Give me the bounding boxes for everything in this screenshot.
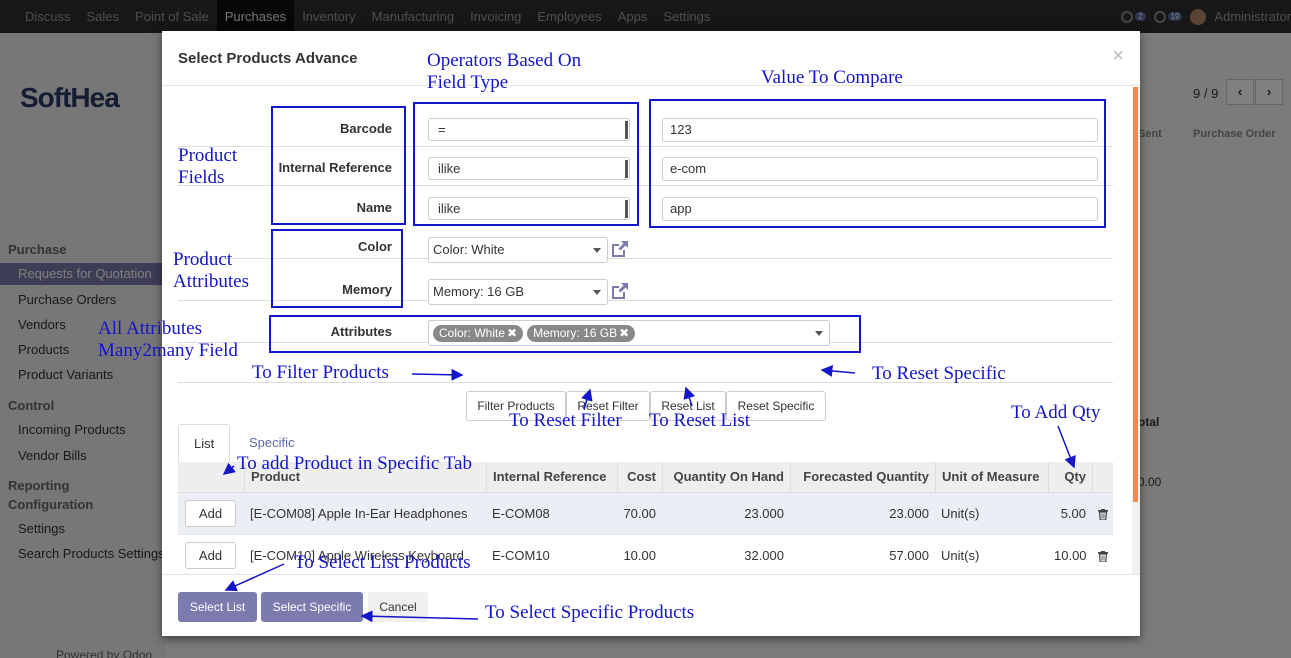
memory-value: Memory: 16 GB: [433, 284, 525, 299]
annotation-to-reset-list: To Reset List: [649, 410, 751, 431]
annotation-box-attributes-field: [269, 315, 861, 353]
modal-header: Select Products Advance ×: [162, 31, 1140, 86]
uom-cell: Unit(s): [941, 548, 980, 563]
annotation-value-to-compare: Value To Compare: [761, 67, 903, 88]
annotation-to-add-product-specific: To add Product in Specific Tab: [237, 453, 472, 474]
annotation-operators-line2: Field Type: [427, 72, 509, 93]
trash-icon[interactable]: [1098, 551, 1108, 562]
annotation-box-product-fields: [271, 106, 406, 225]
scrollbar-thumb[interactable]: [1133, 87, 1138, 502]
annotation-operators-line1: Operators Based On: [427, 50, 582, 71]
modal-title: Select Products Advance: [178, 50, 358, 67]
column-actions: [1092, 462, 1113, 492]
external-link-icon[interactable]: [610, 239, 630, 259]
color-value: Color: White: [433, 242, 505, 257]
annotation-product-fields-line1: Product: [178, 145, 238, 166]
caret-down-icon: [593, 248, 601, 253]
on-hand-cell: 32.000: [744, 548, 784, 563]
on-hand-cell: 23.000: [744, 506, 784, 521]
caret-down-icon: [593, 290, 601, 295]
column-qty[interactable]: Qty: [1048, 462, 1092, 492]
add-to-specific-button[interactable]: Add: [185, 542, 236, 569]
table-row: Add [E-COM08] Apple In-Ear Headphones E-…: [178, 493, 1113, 535]
column-cost[interactable]: Cost: [617, 462, 662, 492]
annotation-box-values: [649, 99, 1106, 228]
qty-cell[interactable]: 5.00: [1048, 493, 1092, 535]
column-forecasted-quantity[interactable]: Forecasted Quantity: [790, 462, 935, 492]
external-link-icon[interactable]: [610, 281, 630, 301]
internal-reference-cell: E-COM08: [492, 506, 550, 521]
select-specific-button[interactable]: Select Specific: [261, 592, 363, 622]
color-select[interactable]: Color: White: [428, 237, 608, 263]
column-internal-reference[interactable]: Internal Reference: [486, 462, 617, 492]
cost-cell: 10.00: [623, 548, 656, 563]
annotation-to-add-qty: To Add Qty: [1011, 402, 1101, 423]
select-list-button[interactable]: Select List: [178, 592, 257, 622]
annotation-product-fields-line2: Fields: [178, 167, 225, 188]
annotation-to-reset-specific: To Reset Specific: [872, 363, 1006, 384]
column-unit-of-measure[interactable]: Unit of Measure: [935, 462, 1048, 492]
column-quantity-on-hand[interactable]: Quantity On Hand: [662, 462, 790, 492]
annotation-to-select-specific-products: To Select Specific Products: [485, 602, 695, 623]
tab-list[interactable]: List: [178, 424, 231, 464]
annotation-to-filter-products: To Filter Products: [252, 362, 389, 383]
annotation-to-select-list-products: To Select List Products: [294, 552, 471, 573]
product-cell: [E-COM08] Apple In-Ear Headphones: [250, 506, 468, 521]
close-icon[interactable]: ×: [1112, 45, 1124, 68]
uom-cell: Unit(s): [941, 506, 980, 521]
annotation-to-reset-filter: To Reset Filter: [509, 410, 622, 431]
annotation-box-operators: [413, 102, 639, 226]
modal-scrollbar[interactable]: [1132, 87, 1140, 574]
annotation-product-attributes-line1: Product: [173, 249, 233, 270]
qty-cell[interactable]: 10.00: [1048, 535, 1092, 574]
trash-icon[interactable]: [1098, 509, 1108, 520]
forecasted-cell: 57.000: [889, 548, 929, 563]
annotation-product-attributes-line2: Attributes: [173, 271, 249, 292]
annotation-box-product-attributes: [271, 229, 403, 308]
cost-cell: 70.00: [623, 506, 656, 521]
add-to-specific-button[interactable]: Add: [185, 500, 236, 527]
annotation-all-attributes-line1: All Attributes: [98, 318, 202, 339]
memory-select[interactable]: Memory: 16 GB: [428, 279, 608, 305]
annotation-all-attributes-line2: Many2many Field: [98, 340, 238, 361]
forecasted-cell: 23.000: [889, 506, 929, 521]
cancel-button[interactable]: Cancel: [368, 592, 428, 622]
internal-reference-cell: E-COM10: [492, 548, 550, 563]
